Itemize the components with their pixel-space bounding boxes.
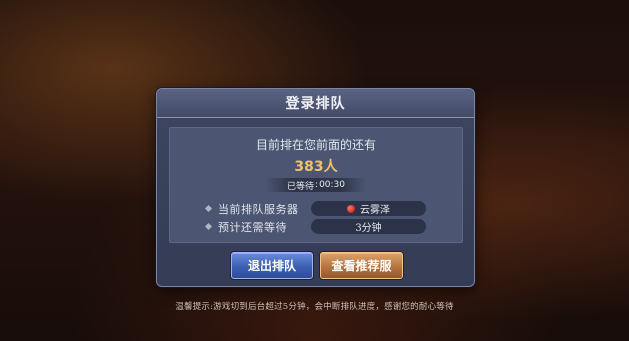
estimated-wait-label: 预计还需等待 xyxy=(218,220,287,234)
diamond-bullet-icon xyxy=(204,222,213,231)
waited-label: 已等待 xyxy=(287,181,315,192)
diamond-bullet-icon xyxy=(204,204,213,213)
queue-info-panel: 目前排在您前面的还有 383人 已等待:00:30 当前排队服务器 云雾泽 预计… xyxy=(169,127,463,243)
queue-count: 383人 xyxy=(294,159,338,175)
tip-text: 温馨提示:游戏切到后台超过5分钟，会中断排队进度，感谢您的耐心等待 xyxy=(175,302,454,312)
view-recommended-servers-button[interactable]: 查看推荐服 xyxy=(320,252,403,279)
exit-queue-button[interactable]: 退出排队 xyxy=(231,252,313,279)
estimated-wait-value: 3分钟 xyxy=(311,219,426,234)
dialog-title-bar: 登录排队 xyxy=(157,89,474,118)
server-status-dot-icon xyxy=(347,204,355,213)
waited-time: 00:30 xyxy=(319,180,345,190)
current-server-value: 云雾泽 xyxy=(360,205,390,216)
login-queue-dialog: 登录排队 目前排在您前面的还有 383人 已等待:00:30 当前排队服务器 云… xyxy=(156,88,475,287)
current-server-label: 当前排队服务器 xyxy=(218,202,299,216)
queue-position-label: 目前排在您前面的还有 xyxy=(255,138,376,152)
current-server-value-box: 云雾泽 xyxy=(311,201,426,216)
estimated-wait-row: 预计还需等待 3分钟 xyxy=(204,219,426,234)
current-server-row: 当前排队服务器 云雾泽 xyxy=(204,201,426,216)
waited-time-bar: 已等待:00:30 xyxy=(266,178,366,192)
dialog-title: 登录排队 xyxy=(285,96,346,112)
